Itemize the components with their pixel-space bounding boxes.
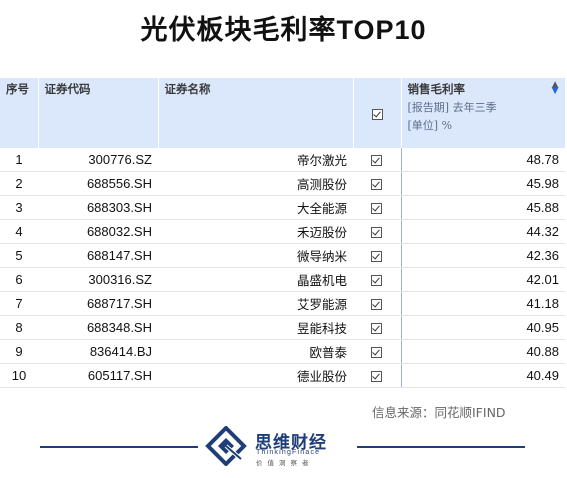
checkbox-checked-icon[interactable]	[371, 227, 383, 239]
checkbox-checked-icon[interactable]	[371, 203, 383, 215]
row-index: 10	[0, 363, 38, 388]
title-en: TOP10	[336, 15, 427, 45]
security-name: 晶盛机电	[158, 267, 353, 292]
row-select[interactable]	[353, 363, 401, 388]
gross-margin-value: 41.18	[400, 291, 565, 316]
security-name: 德业股份	[158, 363, 353, 388]
gross-margin-value: 42.36	[400, 243, 565, 268]
brand-logo-icon	[205, 426, 247, 466]
row-index: 5	[0, 243, 38, 268]
brand-motto: 价值洞察者	[256, 459, 314, 467]
metric-period: [报告期] 去年三季	[407, 101, 497, 114]
checkbox-checked-icon[interactable]	[371, 275, 383, 287]
col-header-index[interactable]: 序号	[0, 78, 39, 148]
page-title: 光伏板块毛利率TOP10	[0, 8, 567, 47]
table-row[interactable]: 3 688303.SH 大全能源 45.88	[0, 195, 565, 220]
row-select[interactable]	[353, 291, 401, 316]
gross-margin-value: 45.88	[400, 195, 565, 220]
row-index: 6	[0, 267, 38, 292]
row-select[interactable]	[353, 243, 401, 268]
margin-table: 序号 证券代码 证券名称 销售毛利率 [报告期] 去年三季 [单位] % ▲ ▼ …	[0, 78, 566, 388]
security-code: 688348.SH	[38, 315, 158, 340]
row-index: 7	[0, 291, 38, 316]
checkbox-checked-icon[interactable]	[371, 251, 383, 263]
brand-en: ThinkingFinace	[256, 449, 321, 456]
security-name: 大全能源	[158, 195, 353, 220]
security-code: 688556.SH	[38, 171, 158, 196]
metric-title: 销售毛利率	[407, 82, 466, 96]
security-name: 禾迈股份	[158, 219, 353, 244]
row-index: 3	[0, 195, 38, 220]
security-name: 昱能科技	[158, 315, 353, 340]
table-row[interactable]: 4 688032.SH 禾迈股份 44.32	[0, 219, 565, 244]
security-code: 300776.SZ	[38, 148, 158, 172]
security-code: 688303.SH	[38, 195, 158, 220]
row-index: 4	[0, 219, 38, 244]
row-index: 9	[0, 339, 38, 364]
gross-margin-value: 44.32	[400, 219, 565, 244]
table-row[interactable]: 6 300316.SZ 晶盛机电 42.01	[0, 267, 565, 292]
col-header-name[interactable]: 证券名称	[158, 78, 354, 148]
sort-desc-icon[interactable]: ▲ ▼	[552, 81, 559, 96]
gross-margin-value: 40.49	[400, 363, 565, 388]
security-code: 688147.SH	[38, 243, 158, 268]
row-index: 1	[0, 148, 38, 172]
gross-margin-value: 40.95	[400, 315, 565, 340]
col-header-metric[interactable]: 销售毛利率 [报告期] 去年三季 [单位] % ▲ ▼	[400, 78, 566, 148]
checkbox-checked-icon[interactable]	[371, 155, 383, 167]
checkbox-checked-icon[interactable]	[371, 179, 383, 191]
source-note: 信息来源：同花顺IFIND	[372, 405, 506, 420]
gross-margin-value: 40.88	[400, 339, 565, 364]
select-all-checkbox-icon[interactable]	[371, 108, 383, 120]
table-body: 1 300776.SZ 帝尔激光 48.78 2 688556.SH 高测股份 45.98 3 6…	[0, 148, 565, 388]
security-name: 微导纳米	[158, 243, 353, 268]
checkbox-checked-icon[interactable]	[371, 371, 383, 383]
header-row: 序号 证券代码 证券名称 销售毛利率 [报告期] 去年三季 [单位] % ▲ ▼	[0, 78, 566, 148]
table-row[interactable]: 8 688348.SH 昱能科技 40.95	[0, 315, 565, 340]
security-code: 836414.BJ	[38, 339, 158, 364]
col-header-select[interactable]	[353, 78, 402, 148]
security-code: 688717.SH	[38, 291, 158, 316]
table-row[interactable]: 7 688717.SH 艾罗能源 41.18	[0, 291, 565, 316]
checkbox-checked-icon[interactable]	[371, 347, 383, 359]
row-select[interactable]	[353, 267, 401, 292]
row-select[interactable]	[353, 339, 401, 364]
footer-divider-left	[40, 446, 198, 448]
row-select[interactable]	[353, 195, 401, 220]
table-row[interactable]: 1 300776.SZ 帝尔激光 48.78	[0, 148, 565, 172]
security-name: 帝尔激光	[158, 148, 353, 172]
security-code: 300316.SZ	[38, 267, 158, 292]
metric-unit: [单位] %	[407, 119, 453, 132]
table-row[interactable]: 10 605117.SH 德业股份 40.49	[0, 363, 565, 388]
row-select[interactable]	[353, 171, 401, 196]
table-row[interactable]: 9 836414.BJ 欧普泰 40.88	[0, 339, 565, 364]
row-index: 8	[0, 315, 38, 340]
gross-margin-value: 45.98	[400, 171, 565, 196]
col-header-code[interactable]: 证券代码	[38, 78, 159, 148]
gross-margin-value: 42.01	[400, 267, 565, 292]
row-select[interactable]	[353, 148, 401, 172]
table-row[interactable]: 5 688147.SH 微导纳米 42.36	[0, 243, 565, 268]
security-name: 高测股份	[158, 171, 353, 196]
security-name: 欧普泰	[158, 339, 353, 364]
checkbox-checked-icon[interactable]	[371, 299, 383, 311]
security-name: 艾罗能源	[158, 291, 353, 316]
checkbox-checked-icon[interactable]	[371, 323, 383, 335]
table-row[interactable]: 2 688556.SH 高测股份 45.98	[0, 171, 565, 196]
row-index: 2	[0, 171, 38, 196]
row-select[interactable]	[353, 315, 401, 340]
title-cn: 光伏板块毛利率	[140, 15, 337, 46]
security-code: 688032.SH	[38, 219, 158, 244]
brand-logo: 思维财经 ThinkingFinace 价值洞察者	[205, 426, 355, 467]
row-select[interactable]	[353, 219, 401, 244]
footer-divider-right	[357, 446, 525, 448]
gross-margin-value: 48.78	[400, 148, 565, 172]
security-code: 605117.SH	[38, 363, 158, 388]
